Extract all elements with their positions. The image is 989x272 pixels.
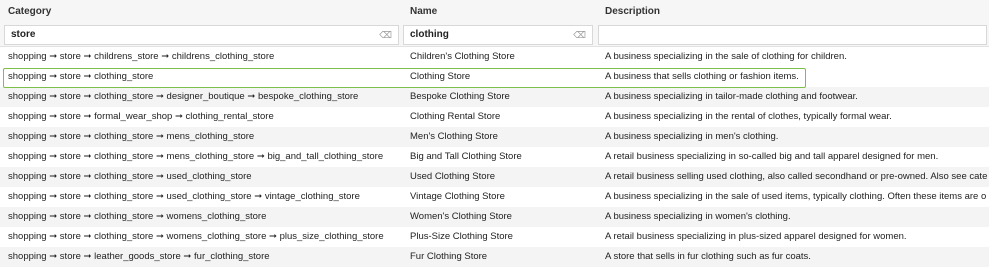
name-cell: Used Clothing Store (410, 171, 496, 182)
description-cell: A business specializing in men's clothin… (605, 131, 779, 142)
description-cell: A business specializing in women's cloth… (605, 211, 791, 222)
table-row[interactable]: shopping ➞ store ➞ clothing_store ➞ wome… (0, 207, 989, 227)
table-row[interactable]: shopping ➞ store ➞ clothing_store ➞ wome… (0, 227, 989, 247)
description-cell: A business specializing in the sale of u… (605, 191, 987, 202)
filter-icon[interactable]: ⌫ (379, 26, 392, 44)
name-cell: Women's Clothing Store (410, 211, 512, 222)
description-cell: A business specializing in the sale of c… (605, 51, 847, 62)
name-cell: Plus-Size Clothing Store (410, 231, 513, 242)
category-cell: shopping ➞ store ➞ clothing_store ➞ used… (8, 191, 360, 202)
name-cell: Children's Clothing Store (410, 51, 515, 62)
name-filter-input[interactable]: clothing ⌫ (403, 25, 593, 45)
table-row[interactable]: shopping ➞ store ➞ clothing_store ➞ mens… (0, 147, 989, 167)
category-filter-value: store (11, 29, 36, 40)
table-row[interactable]: shopping ➞ store ➞ childrens_store ➞ chi… (0, 47, 989, 67)
column-header-category[interactable]: Category (0, 0, 400, 24)
category-cell: shopping ➞ store ➞ clothing_store ➞ wome… (8, 211, 267, 222)
description-cell: A retail business specializing in plus-s… (605, 231, 907, 242)
table-row[interactable]: shopping ➞ store ➞ clothing_store ➞ mens… (0, 127, 989, 147)
name-cell: Bespoke Clothing Store (410, 91, 510, 102)
description-cell: A business specializing in tailor-made c… (605, 91, 858, 102)
description-cell: A business specializing in the rental of… (605, 111, 892, 122)
name-cell: Clothing Rental Store (410, 111, 501, 122)
name-cell: Vintage Clothing Store (410, 191, 505, 202)
name-cell: Men's Clothing Store (410, 131, 498, 142)
filter-row: store ⌫ clothing ⌫ (0, 24, 989, 47)
description-cell: A business that sells clothing or fashio… (605, 71, 799, 82)
table-body: shopping ➞ store ➞ childrens_store ➞ chi… (0, 47, 989, 267)
category-cell: shopping ➞ store ➞ clothing_store ➞ used… (8, 171, 252, 182)
table-row[interactable]: shopping ➞ store ➞ formal_wear_shop ➞ cl… (0, 107, 989, 127)
name-cell: Clothing Store (410, 71, 471, 82)
table-row[interactable]: shopping ➞ store ➞ clothing_store ➞ used… (0, 187, 989, 207)
category-filter-input[interactable]: store ⌫ (4, 25, 399, 45)
column-header-name[interactable]: Name (402, 0, 596, 24)
category-cell: shopping ➞ store ➞ formal_wear_shop ➞ cl… (8, 111, 274, 122)
category-cell: shopping ➞ store ➞ leather_goods_store ➞… (8, 251, 270, 262)
column-header-description[interactable]: Description (597, 0, 989, 24)
table-row[interactable]: shopping ➞ store ➞ leather_goods_store ➞… (0, 247, 989, 267)
description-cell: A store that sells in fur clothing such … (605, 251, 811, 262)
category-cell: shopping ➞ store ➞ clothing_store (8, 71, 154, 82)
table-row[interactable]: shopping ➞ store ➞ clothing_store ➞ desi… (0, 87, 989, 107)
header-row: Category Name Description (0, 0, 989, 24)
description-cell: A retail business specializing in so-cal… (605, 151, 939, 162)
category-cell: shopping ➞ store ➞ clothing_store ➞ mens… (8, 131, 255, 142)
name-filter-value: clothing (410, 29, 449, 40)
category-cell: shopping ➞ store ➞ clothing_store ➞ wome… (8, 231, 384, 242)
name-cell: Fur Clothing Store (410, 251, 488, 262)
table-row[interactable]: shopping ➞ store ➞ clothing_store ➞ used… (0, 167, 989, 187)
description-cell: A retail business selling used clothing,… (605, 171, 988, 182)
category-cell: shopping ➞ store ➞ childrens_store ➞ chi… (8, 51, 275, 62)
name-cell: Big and Tall Clothing Store (410, 151, 522, 162)
description-filter-input[interactable] (598, 25, 987, 45)
category-cell: shopping ➞ store ➞ clothing_store ➞ mens… (8, 151, 384, 162)
data-grid: Category Name Description store ⌫ clothi… (0, 0, 989, 272)
category-cell: shopping ➞ store ➞ clothing_store ➞ desi… (8, 91, 359, 102)
table-row-selected[interactable]: shopping ➞ store ➞ clothing_store Clothi… (0, 67, 989, 87)
filter-icon[interactable]: ⌫ (573, 26, 586, 44)
